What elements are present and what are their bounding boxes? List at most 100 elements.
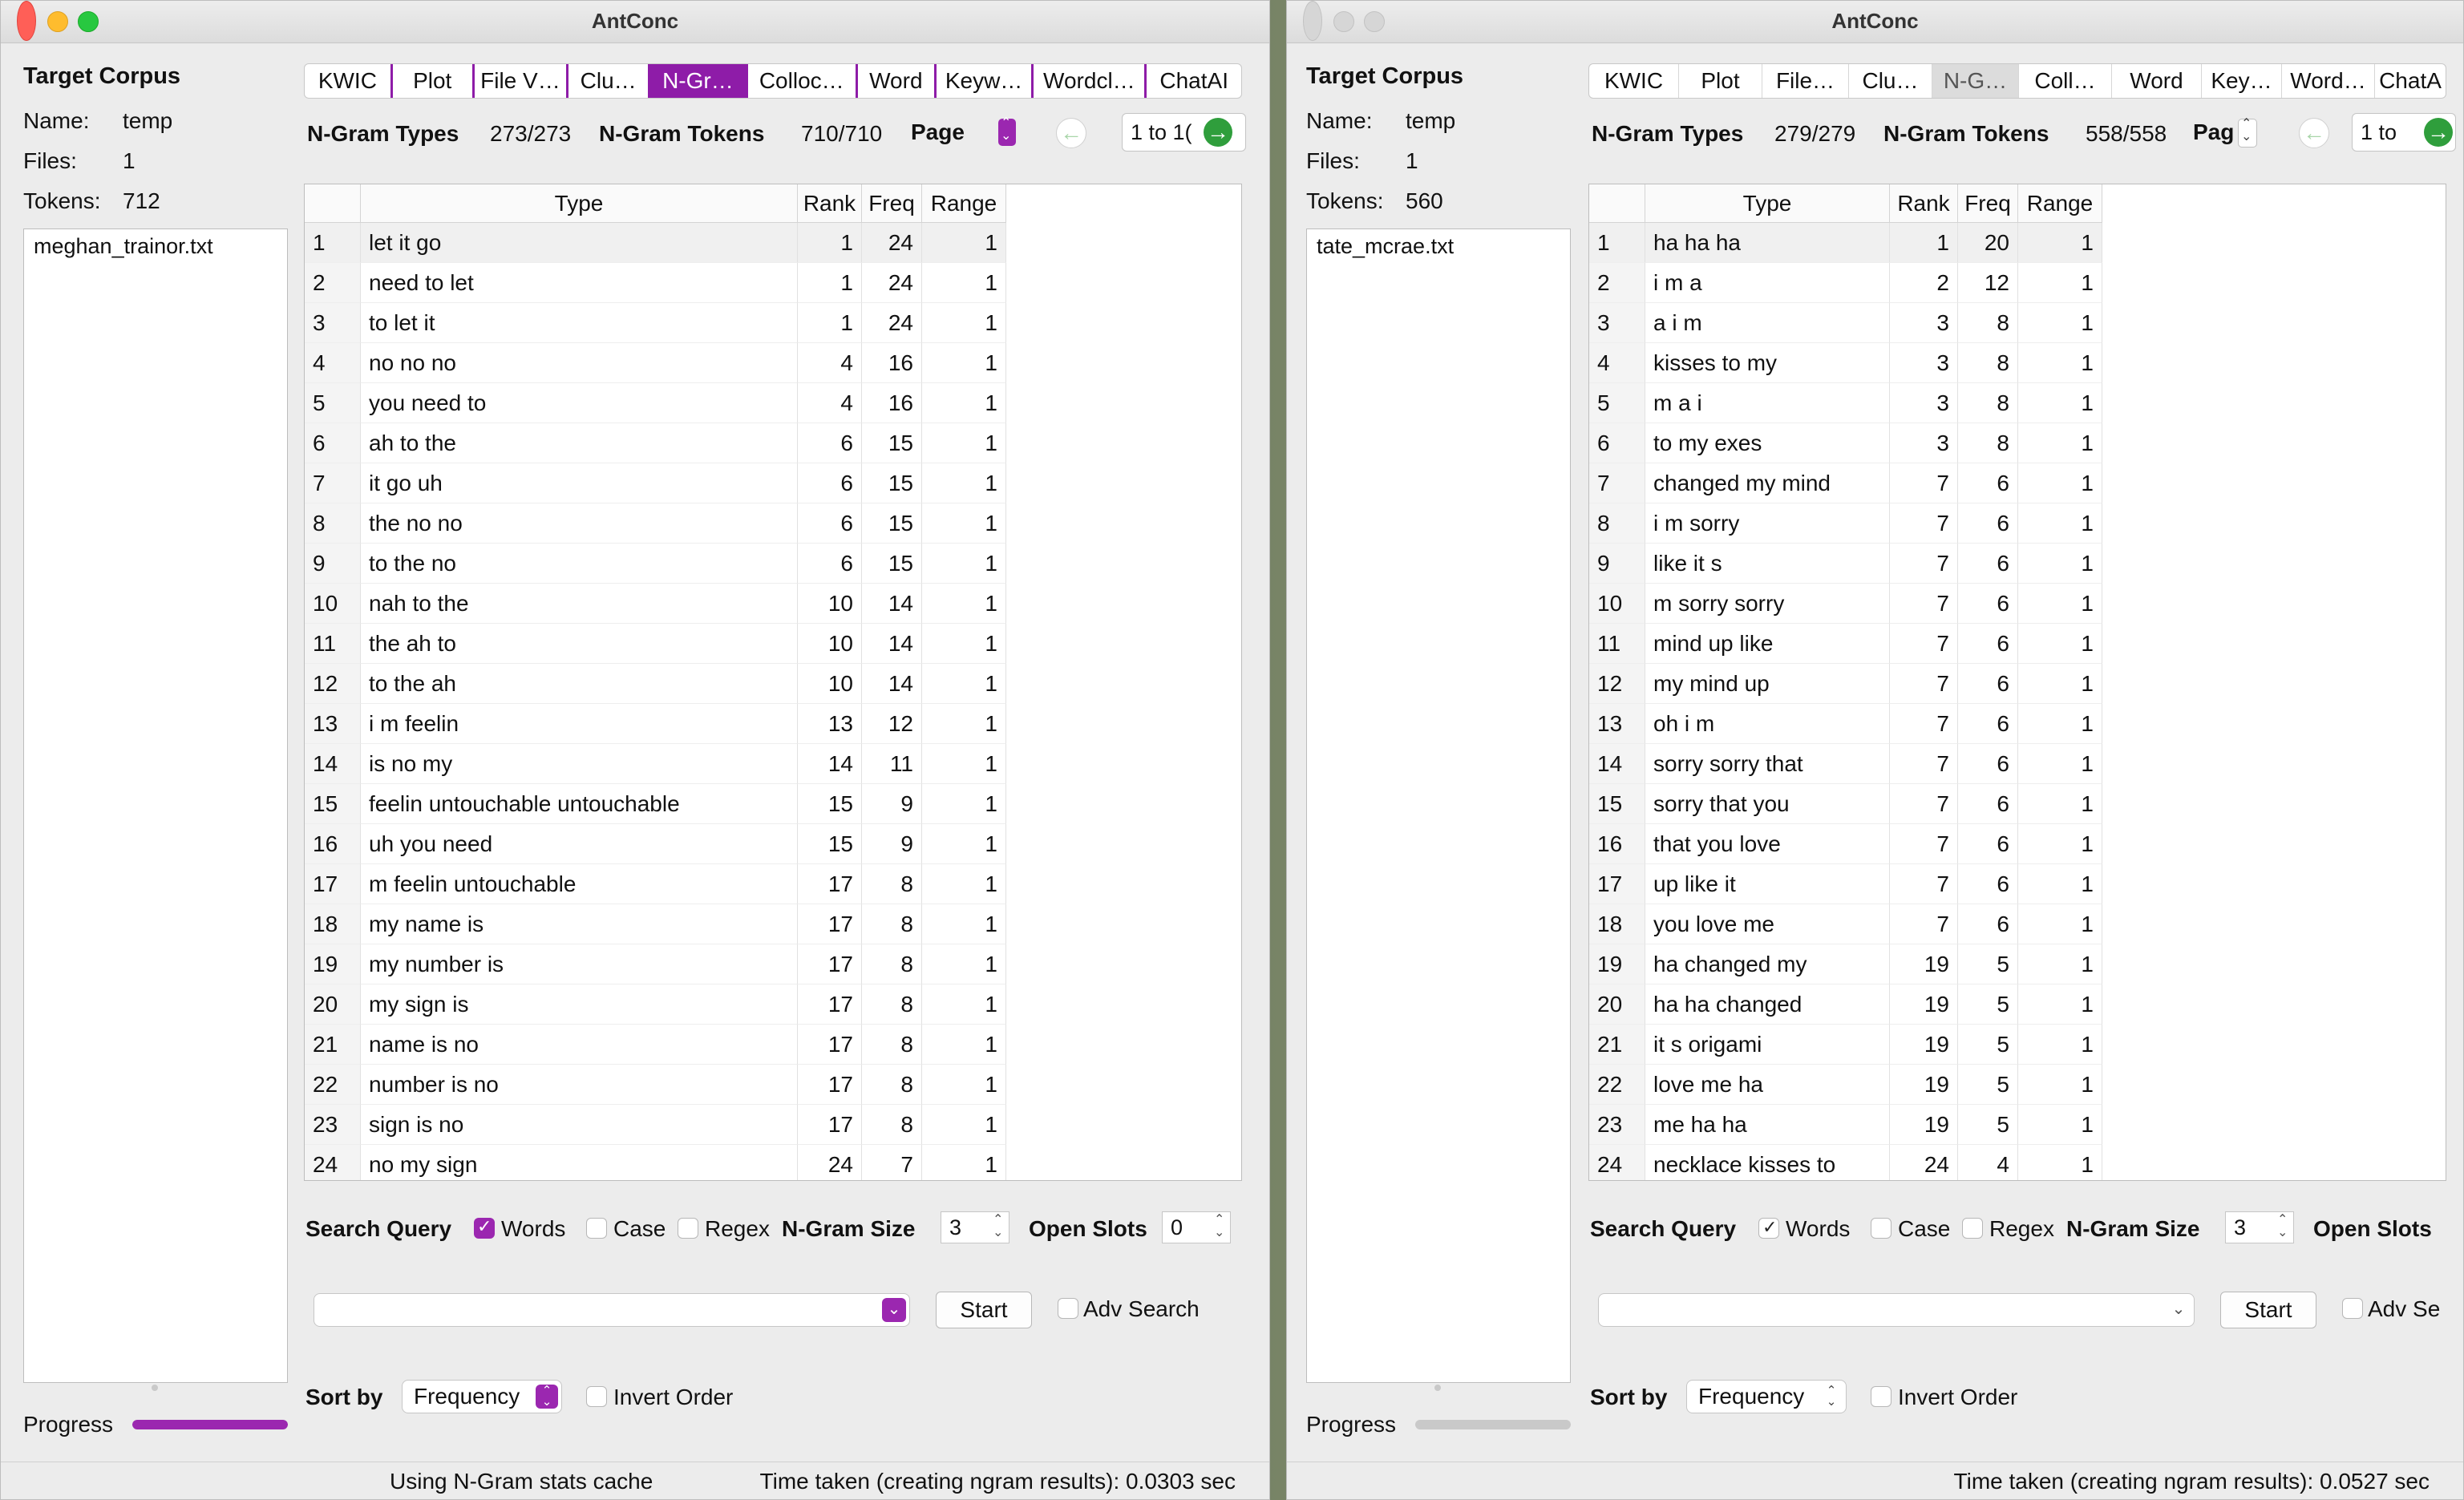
- table-row[interactable]: 14 sorry sorry that 7 6 1: [1589, 744, 2446, 784]
- corpus-file-list[interactable]: tate_mcrae.txt: [1306, 228, 1571, 1383]
- sort-by-select[interactable]: Frequency ⌃ ⌄: [402, 1380, 562, 1413]
- spinner-arrows-icon[interactable]: ⌃ ⌄: [993, 1214, 1010, 1241]
- table-row[interactable]: 16 uh you need 15 9 1: [305, 824, 1241, 864]
- spinner-arrows-icon[interactable]: ⌃ ⌄: [2277, 1214, 2295, 1241]
- next-page-icon[interactable]: →: [2424, 118, 2453, 147]
- column-header-range[interactable]: Range: [2018, 184, 2102, 223]
- table-row[interactable]: 24 no my sign 24 7 1: [305, 1145, 1241, 1180]
- table-row[interactable]: 19 ha changed my 19 5 1: [1589, 944, 2446, 985]
- ngram-size-spinner[interactable]: 3 ⌃ ⌄: [941, 1211, 1009, 1243]
- tab-ngr[interactable]: N-Gr…: [650, 64, 748, 98]
- case-checkbox[interactable]: [1871, 1218, 1891, 1239]
- tab-file[interactable]: File…: [1762, 64, 1849, 98]
- previous-page-icon[interactable]: ←: [1056, 118, 1086, 148]
- table-row[interactable]: 9 to the no 6 15 1: [305, 544, 1241, 584]
- start-button[interactable]: Start: [2220, 1292, 2316, 1328]
- table-row[interactable]: 13 oh i m761: [1589, 704, 2446, 744]
- table-row[interactable]: 12 to the ah 10 14 1: [305, 664, 1241, 704]
- adv-search-checkbox[interactable]: [2342, 1298, 2363, 1319]
- column-header-rank[interactable]: Rank: [798, 184, 862, 223]
- search-query-input[interactable]: ⌄: [1598, 1293, 2195, 1327]
- tab-coll[interactable]: Coll…: [2019, 64, 2112, 98]
- table-row[interactable]: 8 the no no 6 15 1: [305, 503, 1241, 544]
- table-row[interactable]: 22 number is no 17 8 1: [305, 1065, 1241, 1105]
- table-row[interactable]: 24 necklace kisses to 24 4 1: [1589, 1145, 2446, 1180]
- spinner-arrows-icon[interactable]: ⌃ ⌄: [1214, 1214, 1232, 1241]
- case-checkbox[interactable]: [586, 1218, 607, 1239]
- table-row[interactable]: 1 let it go 1 24 1: [305, 223, 1241, 263]
- table-row[interactable]: 9 like it s761: [1589, 544, 2446, 584]
- resize-handle-icon[interactable]: [152, 1385, 158, 1391]
- table-row[interactable]: 12 my mind up 7 6 1: [1589, 664, 2446, 704]
- table-row[interactable]: 21 it s origami 19 5 1: [1589, 1025, 2446, 1065]
- table-row[interactable]: 14 is no my 14 11 1: [305, 744, 1241, 784]
- invert-order-checkbox[interactable]: [1871, 1386, 1891, 1407]
- table-row[interactable]: 23 me ha ha 19 5 1: [1589, 1105, 2446, 1145]
- tab-colloc[interactable]: Colloc…: [748, 64, 858, 98]
- corpus-file-item[interactable]: tate_mcrae.txt: [1307, 229, 1570, 264]
- table-row[interactable]: 8i m sorry 7 6 1: [1589, 503, 2446, 544]
- search-query-input[interactable]: ⌄: [314, 1293, 910, 1327]
- adv-search-checkbox[interactable]: [1058, 1298, 1078, 1319]
- table-row[interactable]: 18 my name is 17 8 1: [305, 904, 1241, 944]
- table-row[interactable]: 1 ha ha ha 1 20 1: [1589, 223, 2446, 263]
- table-row[interactable]: 17 m feelin untouchable 17 8 1: [305, 864, 1241, 904]
- ngram-size-spinner[interactable]: 3 ⌃ ⌄: [2225, 1211, 2294, 1243]
- table-row[interactable]: 21 name is no 17 8 1: [305, 1025, 1241, 1065]
- table-row[interactable]: 10 nah to the 10 14 1: [305, 584, 1241, 624]
- tab-chata[interactable]: ChatA: [2375, 64, 2446, 98]
- table-row[interactable]: 15 sorry that you 7 6 1: [1589, 784, 2446, 824]
- tab-clu[interactable]: Clu…: [568, 64, 651, 98]
- words-checkbox[interactable]: [1758, 1217, 1779, 1239]
- column-header-freq[interactable]: Freq: [862, 184, 922, 223]
- column-header-type[interactable]: Type: [361, 184, 798, 223]
- table-row[interactable]: 19 my number is 17 8 1: [305, 944, 1241, 985]
- column-header-rank[interactable]: Rank: [1890, 184, 1958, 223]
- table-row[interactable]: 17 up like it 7 6 1: [1589, 864, 2446, 904]
- tab-clu[interactable]: Clu…: [1849, 64, 1932, 98]
- table-row[interactable]: 5m a i381: [1589, 383, 2446, 423]
- table-row[interactable]: 5 you need to 4 16 1: [305, 383, 1241, 423]
- table-row[interactable]: 20 my sign is 17 8 1: [305, 985, 1241, 1025]
- page-stepper[interactable]: [998, 117, 1016, 146]
- tab-key[interactable]: Key…: [2202, 64, 2282, 98]
- tab-kwic[interactable]: KWIC: [305, 64, 393, 98]
- table-row[interactable]: 22 love me ha 19 5 1: [1589, 1065, 2446, 1105]
- corpus-file-list[interactable]: meghan_trainor.txt: [23, 228, 288, 1383]
- resize-handle-icon[interactable]: [1434, 1385, 1441, 1391]
- table-row[interactable]: 20 ha ha changed 19 5 1: [1589, 985, 2446, 1025]
- table-row[interactable]: 23 sign is no 17 8 1: [305, 1105, 1241, 1145]
- table-row[interactable]: 6 ah to the 6 15 1: [305, 423, 1241, 463]
- table-row[interactable]: 4 no no no 4 16 1: [305, 343, 1241, 383]
- regex-checkbox[interactable]: [1962, 1218, 1983, 1239]
- tab-plot[interactable]: Plot: [1679, 64, 1762, 98]
- table-row[interactable]: 2 need to let 1 24 1: [305, 263, 1241, 303]
- table-row[interactable]: 11 mind up like 7 6 1: [1589, 624, 2446, 664]
- tab-word[interactable]: Word: [858, 64, 937, 98]
- table-row[interactable]: 3 to let it 1 24 1: [305, 303, 1241, 343]
- next-page-icon[interactable]: →: [1204, 118, 1232, 147]
- table-row[interactable]: 15 feelin untouchable untouchable 15 9 1: [305, 784, 1241, 824]
- table-row[interactable]: 2i m a 2 12 1: [1589, 263, 2446, 303]
- words-checkbox[interactable]: [474, 1216, 495, 1239]
- corpus-file-item[interactable]: meghan_trainor.txt: [24, 229, 287, 264]
- tab-word[interactable]: Word: [2112, 64, 2202, 98]
- table-row[interactable]: 7 it go uh 6 15 1: [305, 463, 1241, 503]
- column-header-range[interactable]: Range: [922, 184, 1006, 223]
- table-row[interactable]: 4 kisses to my 3 8 1: [1589, 343, 2446, 383]
- tab-filev[interactable]: File V…: [475, 64, 569, 98]
- tab-keyw[interactable]: Keyw…: [937, 64, 1034, 98]
- table-row[interactable]: 6 to my exes 3 8 1: [1589, 423, 2446, 463]
- tab-word[interactable]: Word…: [2282, 64, 2375, 98]
- table-row[interactable]: 13 i m feelin 13 12 1: [305, 704, 1241, 744]
- select-arrows-icon[interactable]: ⌃ ⌄: [536, 1385, 558, 1409]
- dropdown-chevron-icon[interactable]: ⌄: [2167, 1298, 2191, 1322]
- previous-page-icon[interactable]: ←: [2299, 118, 2329, 148]
- open-slots-spinner[interactable]: 0 ⌃ ⌄: [1162, 1211, 1231, 1243]
- page-stepper[interactable]: [2238, 118, 2257, 148]
- tab-chatai[interactable]: ChatAI: [1147, 64, 1241, 98]
- column-header-freq[interactable]: Freq: [1958, 184, 2018, 223]
- select-arrows-icon[interactable]: ⌃ ⌄: [1820, 1385, 1843, 1409]
- results-table[interactable]: Type Rank Freq Range 1 let it go 1 24 1 2 need to …: [304, 184, 1242, 1181]
- table-row[interactable]: 7 changed my mind 7 6 1: [1589, 463, 2446, 503]
